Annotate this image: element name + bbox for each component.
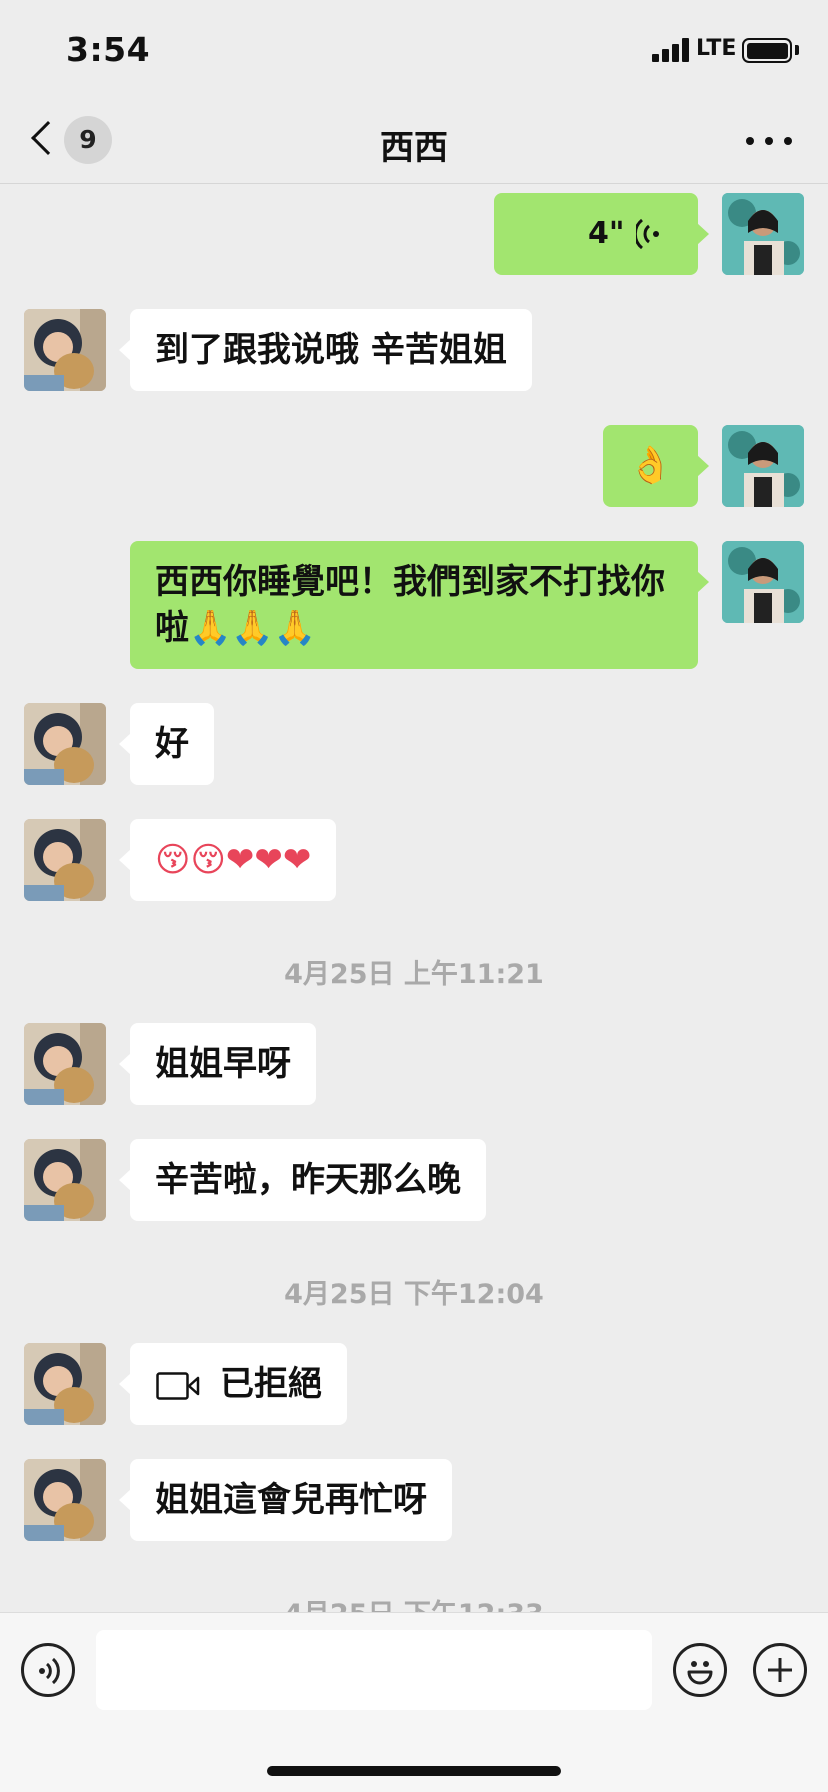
voice-message-bubble[interactable]: 4" <box>494 193 709 275</box>
incoming-message[interactable]: 到了跟我说哦 辛苦姐姐 <box>119 309 532 391</box>
contact-avatar[interactable] <box>24 309 106 391</box>
message-list[interactable]: 4" 到了跟我说哦 辛苦姐姐 👌 西西你睡覺吧！我們到家不打找你啦🙏🙏🙏 好 😚… <box>0 185 828 1612</box>
video-call-status: 已拒絕 <box>220 1364 322 1404</box>
contact-avatar[interactable] <box>24 1023 106 1105</box>
voice-input-button[interactable] <box>21 1643 75 1697</box>
contact-avatar[interactable] <box>24 703 106 785</box>
incoming-message[interactable]: 辛苦啦，昨天那么晚 <box>119 1139 486 1221</box>
outgoing-message[interactable]: 👌 <box>603 425 709 507</box>
video-call-message[interactable]: 已拒絕 <box>119 1343 347 1425</box>
incoming-message[interactable]: 😚😚❤❤❤ <box>118 819 337 901</box>
emoji-icon <box>687 1661 713 1685</box>
plus-button[interactable] <box>753 1643 807 1697</box>
status-bar: 3:54 LTE <box>0 0 828 96</box>
emoji-button[interactable] <box>673 1643 727 1697</box>
incoming-message[interactable]: 好 <box>119 703 214 785</box>
battery-cap <box>795 45 799 55</box>
timestamp: 4月25日 下午12:04 <box>284 1279 544 1310</box>
message-input[interactable] <box>96 1630 652 1710</box>
chat-header: 9 西西 <box>0 96 828 184</box>
my-avatar[interactable] <box>722 193 804 275</box>
incoming-message[interactable]: 姐姐早呀 <box>119 1023 316 1105</box>
chat-title: 西西 <box>380 128 448 168</box>
network-type: LTE <box>696 36 737 61</box>
video-camera-icon <box>156 1371 200 1400</box>
contact-avatar[interactable] <box>24 1343 106 1425</box>
contact-avatar[interactable] <box>24 1139 106 1221</box>
more-dot <box>784 137 792 145</box>
status-time: 3:54 <box>66 30 151 69</box>
incoming-message[interactable]: 姐姐這會兒再忙呀 <box>119 1459 452 1541</box>
signal-icon <box>652 38 690 62</box>
battery-icon <box>742 38 792 63</box>
voice-input-icon <box>39 1657 60 1685</box>
my-avatar[interactable] <box>722 425 804 507</box>
more-dots-icon <box>746 137 754 145</box>
contact-avatar[interactable] <box>24 1459 106 1541</box>
plus-icon <box>768 1658 792 1682</box>
my-avatar[interactable] <box>722 541 804 623</box>
more-dot <box>765 137 773 145</box>
input-bar <box>0 1612 828 1792</box>
home-indicator[interactable] <box>267 1766 561 1776</box>
more-options-button[interactable] <box>746 126 794 156</box>
timestamp: 4月25日 下午12:33 <box>0 1592 828 1612</box>
voice-duration: 4" <box>588 216 625 251</box>
contact-avatar[interactable] <box>24 819 106 901</box>
outgoing-message[interactable]: 西西你睡覺吧！我們到家不打找你啦🙏🙏🙏 <box>130 541 709 669</box>
timestamp: 4月25日 上午11:21 <box>284 959 544 990</box>
voice-wave-icon <box>636 218 659 250</box>
